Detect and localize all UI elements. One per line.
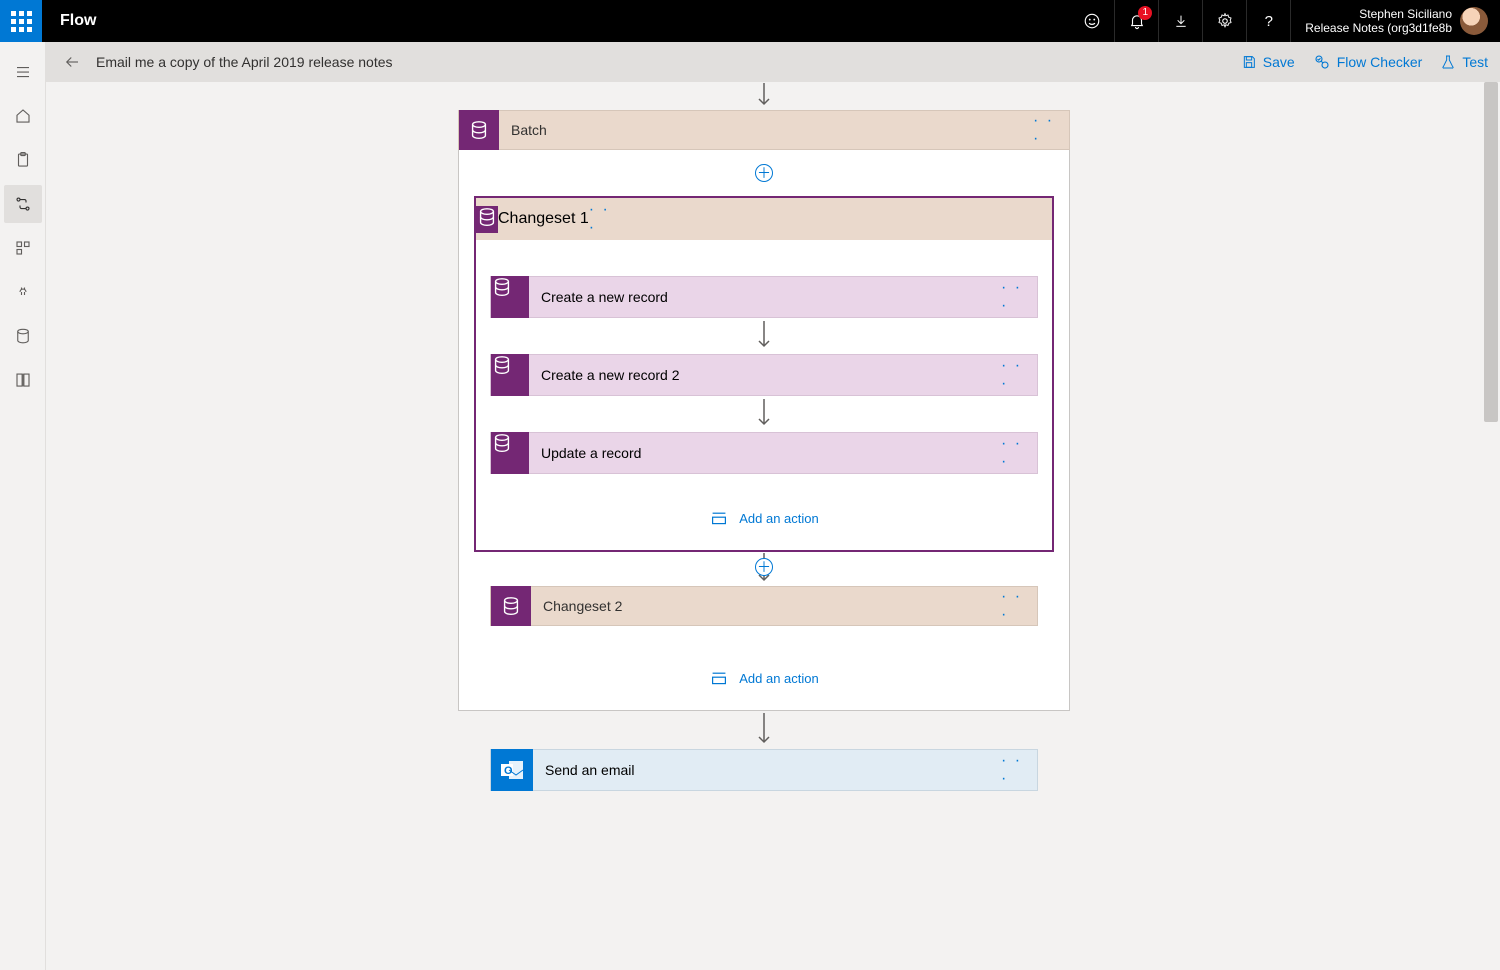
cds-icon: [491, 586, 531, 626]
home-icon: [14, 107, 32, 125]
user-name: Stephen Siciliano: [1305, 7, 1452, 21]
solutions-icon: [14, 239, 32, 257]
changeset-2-header[interactable]: Changeset 2 · · ·: [490, 586, 1038, 626]
cds-icon: [476, 206, 498, 233]
help-button[interactable]: ?: [1246, 0, 1290, 42]
action-title: Update a record: [529, 445, 1001, 461]
batch-title: Batch: [499, 122, 1033, 138]
account-button[interactable]: Stephen Siciliano Release Notes (org3d1f…: [1290, 0, 1500, 42]
nav-hamburger[interactable]: [4, 53, 42, 91]
scrollbar-thumb[interactable]: [1484, 82, 1498, 422]
editor-toolbar: Email me a copy of the April 2019 releas…: [46, 42, 1500, 82]
send-email-title: Send an email: [533, 762, 1001, 778]
notification-badge: 1: [1138, 6, 1152, 20]
download-button[interactable]: [1158, 0, 1202, 42]
changeset-2-card[interactable]: Changeset 2 · · ·: [490, 586, 1038, 626]
avatar: [1460, 7, 1488, 35]
save-button[interactable]: Save: [1241, 54, 1295, 70]
nav-learn[interactable]: [4, 361, 42, 399]
action-menu-button[interactable]: · · ·: [1001, 282, 1031, 312]
changeset-1-card[interactable]: Changeset 1 · · · Create a new record · …: [474, 196, 1054, 552]
add-step-top[interactable]: ＋: [755, 166, 773, 180]
cds-icon: [491, 432, 529, 474]
nav-approvals[interactable]: [4, 141, 42, 179]
changeset-2-title: Changeset 2: [531, 598, 1001, 614]
connector-arrow: [756, 82, 772, 110]
help-icon: ?: [1265, 13, 1273, 30]
test-button[interactable]: Test: [1440, 54, 1488, 70]
connector-arrow-plus[interactable]: ＋: [756, 552, 772, 586]
app-launcher-button[interactable]: [0, 0, 42, 42]
smiley-icon: [1083, 12, 1101, 30]
feedback-button[interactable]: [1070, 0, 1114, 42]
header-right: 1 ? Stephen Siciliano Release Notes (org…: [1070, 0, 1500, 42]
database-icon: [14, 327, 32, 345]
connector-arrow[interactable]: [756, 711, 772, 749]
plus-icon: ＋: [755, 164, 773, 182]
designer-canvas[interactable]: Batch · · · ＋ Changeset 1 · · ·: [46, 82, 1482, 970]
add-action-icon: [709, 670, 729, 686]
nav-home[interactable]: [4, 97, 42, 135]
clipboard-icon: [14, 151, 32, 169]
app-name: Flow: [42, 12, 96, 30]
action-create-record-2[interactable]: Create a new record 2 · · ·: [490, 354, 1038, 396]
svg-text:O: O: [504, 765, 513, 777]
connector-arrow[interactable]: [756, 318, 772, 354]
cds-icon: [491, 354, 529, 396]
batch-card[interactable]: Batch · · · ＋ Changeset 1 · · ·: [458, 110, 1070, 711]
send-email-card[interactable]: O Send an email · · ·: [490, 749, 1038, 791]
cds-icon: [491, 276, 529, 318]
flow-checker-button[interactable]: Flow Checker: [1313, 53, 1423, 71]
changeset-1-title: Changeset 1: [498, 210, 589, 228]
top-header: Flow 1 ? Stephen Siciliano Release Notes…: [0, 0, 1500, 42]
hamburger-icon: [14, 63, 32, 81]
connector-icon: [14, 283, 32, 301]
flow-icon: [14, 195, 32, 213]
save-icon: [1241, 54, 1257, 70]
add-action-label: Add an action: [739, 511, 819, 526]
changeset-2-menu-button[interactable]: · · ·: [1001, 591, 1031, 621]
checker-icon: [1313, 53, 1331, 71]
back-button[interactable]: [58, 48, 86, 76]
scrollbar[interactable]: [1482, 82, 1500, 970]
gear-icon: [1216, 12, 1234, 30]
batch-body: ＋ Changeset 1 · · ·: [458, 150, 1070, 711]
notifications-button[interactable]: 1: [1114, 0, 1158, 42]
waffle-icon: [11, 11, 32, 32]
flow-title[interactable]: Email me a copy of the April 2019 releas…: [96, 54, 393, 70]
nav-connectors[interactable]: [4, 273, 42, 311]
action-title: Create a new record: [529, 289, 1001, 305]
back-arrow-icon: [63, 53, 81, 71]
download-icon: [1173, 13, 1189, 29]
action-title: Create a new record 2: [529, 367, 1001, 383]
outlook-icon: O: [491, 749, 533, 791]
nav-solutions[interactable]: [4, 229, 42, 267]
action-create-record-1[interactable]: Create a new record · · ·: [490, 276, 1038, 318]
user-text: Stephen Siciliano Release Notes (org3d1f…: [1305, 7, 1452, 35]
action-menu-button[interactable]: · · ·: [1001, 360, 1031, 390]
send-email-menu-button[interactable]: · · ·: [1001, 755, 1031, 785]
book-icon: [14, 371, 32, 389]
environment-name: Release Notes (org3d1fe8b: [1305, 21, 1452, 35]
flask-icon: [1440, 54, 1456, 70]
add-action-button-2[interactable]: Add an action: [709, 670, 819, 686]
changeset-1-header[interactable]: Changeset 1 · · ·: [476, 198, 1052, 240]
nav-data[interactable]: [4, 317, 42, 355]
batch-header[interactable]: Batch · · ·: [458, 110, 1070, 150]
changeset-1-body: Create a new record · · · Create a new r…: [476, 240, 1052, 550]
add-action-label: Add an action: [739, 671, 819, 686]
action-menu-button[interactable]: · · ·: [1001, 438, 1031, 468]
cds-icon: [459, 110, 499, 150]
batch-menu-button[interactable]: · · ·: [1033, 115, 1063, 145]
add-action-button-1[interactable]: Add an action: [709, 510, 819, 526]
nav-flows[interactable]: [4, 185, 42, 223]
add-action-icon: [709, 510, 729, 526]
left-nav-rail: [0, 42, 46, 970]
plus-icon: ＋: [755, 558, 773, 576]
action-update-record[interactable]: Update a record · · ·: [490, 432, 1038, 474]
settings-button[interactable]: [1202, 0, 1246, 42]
changeset-1-menu-button[interactable]: · · ·: [589, 204, 619, 234]
connector-arrow[interactable]: [756, 396, 772, 432]
